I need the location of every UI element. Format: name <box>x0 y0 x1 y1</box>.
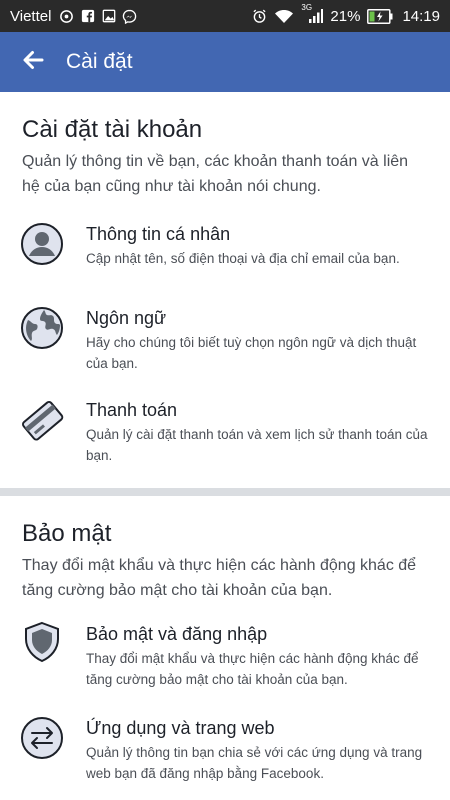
item-text: Thông tin cá nhân Cập nhật tên, số điện … <box>86 224 436 269</box>
page-title: Cài đặt <box>66 50 133 73</box>
section-divider <box>0 488 450 496</box>
network-type: 3G <box>301 2 313 12</box>
gallery-icon <box>101 9 116 24</box>
item-title: Ứng dụng và trang web <box>86 718 275 738</box>
arrow-left-icon <box>22 50 44 75</box>
item-text: Ứng dụng và trang web Quản lý thông tin … <box>86 718 436 784</box>
item-subtitle: Thay đổi mật khẩu và thực hiện các hành … <box>86 651 419 687</box>
section-description: Thay đổi mật khẩu và thực hiện các hành … <box>22 557 417 599</box>
carrier-name: Viettel <box>10 7 52 25</box>
security-section-header: Bảo mật Thay đổi mật khẩu và thực hiện c… <box>0 520 450 603</box>
status-left: Viettel <box>10 8 137 25</box>
item-title: Ngôn ngữ <box>86 308 167 328</box>
item-subtitle: Cập nhật tên, số điện thoại và địa chỉ e… <box>86 251 400 266</box>
settings-item-apps-websites[interactable]: Ứng dụng và trang web Quản lý thông tin … <box>0 714 450 794</box>
item-subtitle: Quản lý cài đặt thanh toán và xem lịch s… <box>86 427 428 463</box>
item-subtitle: Quản lý thông tin bạn chia sẻ với các ứn… <box>86 745 423 781</box>
account-section-header: Cài đặt tài khoản Quản lý thông tin về b… <box>0 116 450 199</box>
person-icon <box>20 222 64 266</box>
battery-charging-icon <box>367 8 393 24</box>
section-description: Quản lý thông tin về bạn, các khoản than… <box>22 153 409 195</box>
hotspot-icon <box>59 9 74 24</box>
item-subtitle: Hãy cho chúng tôi biết tuỳ chọn ngôn ngữ… <box>86 335 417 371</box>
signal-3g-icon: 3G <box>301 3 324 24</box>
settings-item-security-login[interactable]: Bảo mật và đăng nhập Thay đổi mật khẩu v… <box>0 620 450 700</box>
status-right: 3G 21% 14:19 <box>252 3 440 25</box>
globe-icon <box>20 306 64 350</box>
section-title: Cài đặt tài khoản <box>22 116 203 143</box>
shield-icon <box>20 620 64 664</box>
section-title: Bảo mật <box>22 520 112 547</box>
settings-item-payments[interactable]: Thanh toán Quản lý cài đặt thanh toán và… <box>0 398 450 478</box>
facebook-icon <box>80 9 95 24</box>
app-bar: Cài đặt <box>0 32 450 92</box>
item-title: Thông tin cá nhân <box>86 224 231 244</box>
credit-card-icon <box>20 398 64 442</box>
status-time: 14:19 <box>402 7 440 25</box>
back-button[interactable] <box>0 32 66 92</box>
swap-arrows-icon <box>20 716 64 760</box>
item-title: Thanh toán <box>86 400 178 420</box>
item-title: Bảo mật và đăng nhập <box>86 624 268 644</box>
settings-item-personal-info[interactable]: Thông tin cá nhân Cập nhật tên, số điện … <box>0 222 450 292</box>
status-bar: Viettel 3G 21% 14:19 <box>0 0 450 32</box>
item-text: Thanh toán Quản lý cài đặt thanh toán và… <box>86 400 436 466</box>
item-text: Bảo mật và đăng nhập Thay đổi mật khẩu v… <box>86 624 436 690</box>
alarm-icon <box>252 9 267 24</box>
item-text: Ngôn ngữ Hãy cho chúng tôi biết tuỳ chọn… <box>86 308 436 374</box>
wifi-icon <box>274 9 294 24</box>
settings-item-language[interactable]: Ngôn ngữ Hãy cho chúng tôi biết tuỳ chọn… <box>0 306 450 386</box>
battery-percent: 21% <box>330 7 361 25</box>
messenger-icon <box>122 9 137 24</box>
